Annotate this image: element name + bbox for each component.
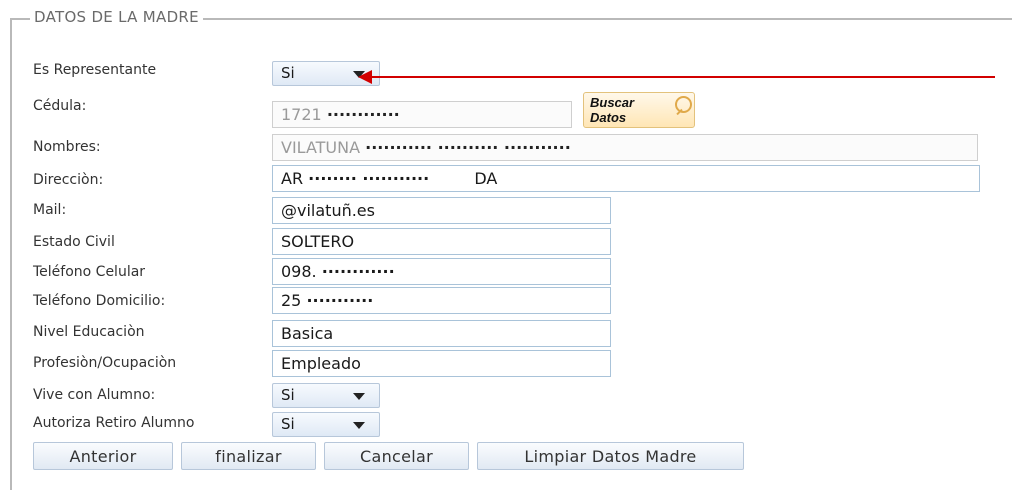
chevron-down-icon (353, 393, 365, 400)
telefono-domicilio-mask: ··········· (306, 291, 374, 310)
chevron-down-icon (353, 422, 365, 429)
estado-civil-field[interactable]: SOLTERO (272, 228, 611, 255)
autoriza-retiro-value: Si (281, 415, 295, 433)
estado-civil-value: SOLTERO (281, 232, 355, 251)
mail-value: @vilatuñ.es (281, 201, 375, 220)
mail-field[interactable]: @vilatuñ.es (272, 197, 611, 224)
label-vive-con-alumno: Vive con Alumno: (33, 387, 156, 403)
label-representante: Es Representante (33, 62, 157, 78)
cedula-field[interactable]: 1721 ············ (272, 101, 572, 128)
telefono-celular-mask: ············ (321, 262, 395, 281)
label-nombres: Nombres: (33, 139, 101, 155)
autoriza-retiro-select[interactable]: Si (272, 412, 380, 437)
representante-value: Si (281, 64, 295, 82)
telefono-celular-field[interactable]: 098. ············ (272, 258, 611, 285)
nombres-field[interactable]: VILATUNA ··········· ·········· ········… (272, 134, 978, 161)
label-estado-civil: Estado Civil (33, 234, 115, 250)
anterior-button[interactable]: Anterior (33, 442, 173, 470)
telefono-domicilio-value: 25 (281, 291, 302, 310)
vive-con-alumno-value: Si (281, 386, 295, 404)
profesion-field[interactable]: Empleado (272, 350, 611, 377)
telefono-domicilio-field[interactable]: 25 ··········· (272, 287, 611, 314)
magnifier-icon (673, 95, 694, 125)
section-title: DATOS DE LA MADRE (30, 8, 203, 26)
label-telefono-celular: Teléfono Celular (33, 264, 146, 280)
direccion-field[interactable]: AR ········ ··········· DA (272, 165, 980, 192)
nivel-educacion-field[interactable]: Basica (272, 320, 611, 347)
direccion-value-end: DA (474, 169, 498, 188)
label-autoriza-retiro: Autoriza Retiro Alumno (33, 415, 195, 431)
label-telefono-domicilio: Teléfono Domicilio: (33, 293, 166, 309)
label-nivel-educacion: Nivel Educaciòn (33, 324, 145, 340)
red-arrow-annotation (368, 76, 995, 78)
label-cedula: Cédula: (33, 98, 87, 114)
nombres-mask: ··········· ·········· ··········· (365, 138, 571, 157)
cedula-value: 1721 (281, 105, 322, 124)
nivel-educacion-value: Basica (281, 324, 334, 343)
profesion-value: Empleado (281, 354, 361, 373)
nombres-value: VILATUNA (281, 138, 361, 157)
finalizar-button[interactable]: finalizar (181, 442, 316, 470)
direccion-mask: ········ ··········· (308, 169, 430, 188)
buscar-datos-label: Buscar Datos (590, 95, 635, 125)
cancelar-button[interactable]: Cancelar (324, 442, 469, 470)
label-mail: Mail: (33, 202, 67, 218)
limpiar-datos-madre-button[interactable]: Limpiar Datos Madre (477, 442, 744, 470)
telefono-celular-value: 098. (281, 262, 317, 281)
vive-con-alumno-select[interactable]: Si (272, 383, 380, 408)
label-direccion: Direcciòn: (33, 172, 104, 188)
direccion-value-start: AR (281, 169, 304, 188)
buscar-datos-button[interactable]: Buscar Datos (583, 92, 695, 128)
cedula-mask: ············ (326, 105, 400, 124)
label-profesion: Profesiòn/Ocupaciòn (33, 355, 177, 371)
